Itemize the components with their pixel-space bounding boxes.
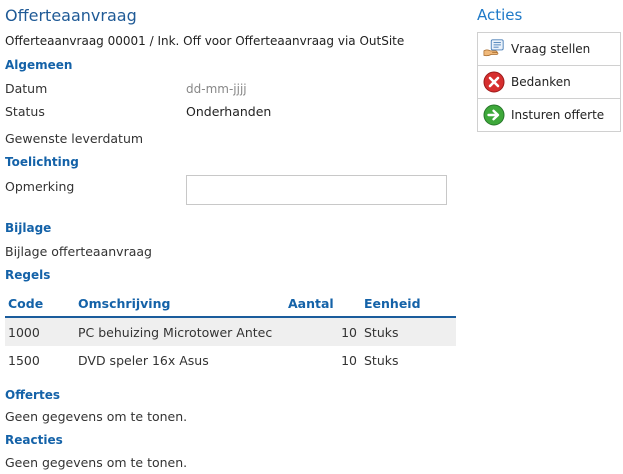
- reactions-empty-message: Geen gegevens om te tonen.: [5, 455, 188, 470]
- cell-unit: Stuks: [364, 352, 399, 368]
- page-title: Offerteaanvraag: [5, 6, 137, 25]
- date-field[interactable]: dd-mm-jjjj: [186, 82, 247, 96]
- thank-button[interactable]: Bedanken: [478, 66, 620, 99]
- ask-question-label: Vraag stellen: [511, 42, 591, 56]
- remark-label: Opmerking: [5, 179, 75, 194]
- submit-quote-button[interactable]: Insturen offerte: [478, 99, 620, 131]
- cell-quantity: 10: [285, 317, 361, 346]
- section-lines-heading: Regels: [5, 268, 51, 282]
- section-general-heading: Algemeen: [5, 58, 73, 72]
- status-label: Status: [5, 104, 45, 119]
- section-notes-heading: Toelichting: [5, 155, 79, 169]
- actions-panel: Vraag stellen Bedanken Insturen offerte: [477, 32, 621, 132]
- ask-question-button[interactable]: Vraag stellen: [478, 33, 620, 66]
- status-value: Onderhanden: [186, 104, 272, 119]
- thank-label: Bedanken: [511, 75, 571, 89]
- table-row[interactable]: 1500 DVD speler 16x Asus 10 Stuks: [5, 346, 456, 374]
- column-header-quantity[interactable]: Aantal: [285, 290, 361, 318]
- section-quotes-heading: Offertes: [5, 388, 60, 402]
- green-arrow-circle-icon: [483, 104, 505, 126]
- page-subtitle: Offerteaanvraag 00001 / Ink. Off voor Of…: [5, 34, 405, 48]
- section-attachment-heading: Bijlage: [5, 221, 52, 235]
- delivery-date-label: Gewenste leverdatum: [5, 131, 144, 146]
- cell-description: DVD speler 16x Asus: [78, 352, 209, 368]
- date-label: Datum: [5, 81, 48, 96]
- cell-quantity: 10: [341, 352, 357, 368]
- question-hand-icon: [483, 38, 505, 60]
- column-header-code[interactable]: Code: [5, 290, 75, 318]
- quotes-empty-message: Geen gegevens om te tonen.: [5, 409, 188, 424]
- column-header-description[interactable]: Omschrijving: [75, 290, 285, 318]
- table-row[interactable]: 1000 PC behuizing Microtower Antec 10 St…: [5, 317, 456, 346]
- cell-description: PC behuizing Microtower Antec: [75, 317, 285, 346]
- remark-input[interactable]: [186, 175, 447, 205]
- red-x-circle-icon: [483, 71, 505, 93]
- lines-table: Code Omschrijving Aantal Eenheid 1000 PC…: [5, 290, 456, 374]
- section-reactions-heading: Reacties: [5, 433, 63, 447]
- cell-code: 1500: [8, 352, 40, 368]
- attachment-label: Bijlage offerteaanvraag: [5, 244, 152, 259]
- column-header-unit[interactable]: Eenheid: [361, 290, 456, 318]
- cell-code: 1000: [5, 317, 75, 346]
- lines-header-row: Code Omschrijving Aantal Eenheid: [5, 290, 456, 318]
- submit-quote-label: Insturen offerte: [511, 108, 605, 122]
- cell-unit: Stuks: [361, 317, 456, 346]
- actions-heading: Acties: [477, 6, 523, 24]
